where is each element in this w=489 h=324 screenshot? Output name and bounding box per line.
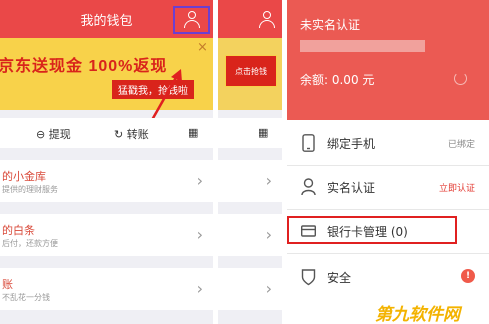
list-item[interactable]: 的小金库 提供的理财服务 › (0, 160, 213, 202)
list-item[interactable]: 账 不乱花一分钱 › (0, 268, 213, 310)
user-icon[interactable] (258, 10, 276, 28)
withdraw-icon: ⊖ (36, 128, 46, 141)
divider (287, 165, 489, 166)
menu-item-bind-phone[interactable]: 绑定手机 已绑定 (287, 124, 489, 162)
watermark-logo: 第九软件网 (375, 305, 460, 324)
chevron-right-icon: › (196, 279, 203, 298)
wallet-screen: 我的钱包 京东送现金 100%返现 猛戳我，抢钱啦 × | ⊖ 提现 ↻ 转账 … (0, 0, 213, 324)
divider (287, 253, 489, 254)
phone-icon (302, 134, 315, 152)
chevron-right-icon: › (196, 225, 203, 244)
wallet-screen-partial: 点击抢钱 ▦ › › › (218, 0, 282, 324)
list-item-subtitle: 不乱花一分钱 (2, 293, 50, 302)
wallet-header: 我的钱包 (0, 0, 213, 38)
action-withdraw[interactable]: ⊖ 提现 (36, 126, 71, 142)
list-item[interactable]: › (218, 214, 282, 256)
menu-item-label: 实名认证 (327, 181, 376, 195)
profile-header: 未实名认证 余额: 0.00 元 (287, 0, 489, 120)
transfer-label: 转账 (126, 128, 149, 141)
shield-icon (301, 269, 316, 286)
refresh-icon[interactable] (454, 72, 467, 85)
list-item[interactable]: › (218, 268, 282, 310)
promo-headline: 京东送现金 100%返现 (0, 58, 168, 75)
chevron-right-icon: › (196, 171, 203, 190)
action-transfer[interactable]: ↻ 转账 (114, 126, 149, 142)
chevron-right-icon: › (265, 171, 272, 190)
close-icon[interactable]: × (197, 40, 208, 55)
user-icon (301, 178, 316, 196)
wallet-header-partial (218, 0, 282, 38)
account-name: 未实名认证 (300, 18, 361, 32)
verify-now-link[interactable]: 立即认证 (439, 181, 475, 194)
status-text: 已绑定 (447, 140, 475, 150)
qr-icon[interactable]: ▦ (258, 126, 268, 139)
action-bar-partial: ▦ (218, 118, 282, 148)
withdraw-label: 提现 (48, 128, 71, 141)
transfer-icon: ↻ (114, 128, 124, 141)
list-item[interactable]: › (218, 160, 282, 202)
promo-banner[interactable]: 京东送现金 100%返现 猛戳我，抢钱啦 × (0, 38, 213, 121)
list-item-title: 的小金库 (2, 170, 46, 183)
alert-badge: ! (461, 269, 475, 283)
action-bar: | ⊖ 提现 ↻ 转账 ▦ (0, 118, 213, 148)
menu-item-label: 安全 (327, 271, 352, 285)
qr-icon[interactable]: ▦ (188, 126, 198, 139)
masked-account-id (300, 40, 425, 52)
user-icon-highlight (173, 6, 210, 34)
list-item[interactable]: 的白条 后付，还款方便 › (0, 214, 213, 256)
menu-item-verify[interactable]: 实名认证 立即认证 (287, 168, 489, 206)
chevron-right-icon: › (265, 279, 272, 298)
promo-banner-partial[interactable]: 点击抢钱 (218, 38, 282, 110)
account-screen: 未实名认证 余额: 0.00 元 绑定手机 已绑定 实名认证 立即认证 银行卡管… (287, 0, 489, 324)
bank-card-highlight (287, 216, 457, 244)
list-item-title: 的白条 (2, 224, 35, 237)
list-item-subtitle: 后付，还款方便 (2, 239, 58, 248)
menu-item-security[interactable]: 安全 ! (287, 258, 489, 296)
menu-item-label: 绑定手机 (327, 137, 376, 151)
grab-money-button[interactable]: 点击抢钱 (225, 55, 277, 87)
list-item-subtitle: 提供的理财服务 (2, 185, 58, 194)
divider (287, 209, 489, 210)
list-item-title: 账 (2, 278, 13, 291)
balance-text: 余额: 0.00 元 (300, 73, 375, 87)
chevron-right-icon: › (265, 225, 272, 244)
